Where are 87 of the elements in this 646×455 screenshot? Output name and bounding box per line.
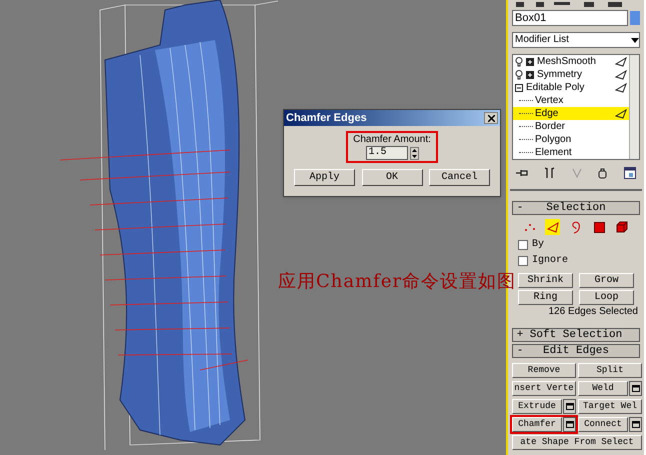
- edit-edges-button[interactable]: Extrude: [512, 399, 562, 414]
- dialog-button[interactable]: Apply: [294, 169, 355, 186]
- object-name-field[interactable]: Box01: [512, 10, 628, 26]
- sub-object-item[interactable]: Border: [513, 120, 629, 133]
- window-icon: [632, 421, 640, 428]
- stack-item[interactable]: MeshSmooth: [513, 55, 629, 68]
- sub-object-label: Border: [534, 120, 566, 133]
- close-icon: [488, 114, 494, 122]
- stack-item[interactable]: Editable Poly: [513, 81, 629, 94]
- sub-object-item[interactable]: Edge: [513, 107, 629, 120]
- object-color-swatch[interactable]: [630, 11, 640, 25]
- window-icon: [566, 403, 574, 410]
- dropdown-label: Modifier List: [515, 35, 570, 45]
- sub-object-level-button[interactable]: [545, 219, 560, 235]
- expand-icon[interactable]: [526, 70, 534, 78]
- triangle-icon: [615, 108, 627, 118]
- field-label: Chamfer Amount:: [353, 134, 431, 146]
- settings-button[interactable]: [563, 399, 576, 414]
- lightbulb-icon: [515, 56, 523, 66]
- sub-object-level-button[interactable]: [592, 219, 607, 235]
- dialog-button[interactable]: Cancel: [429, 169, 490, 186]
- checkbox[interactable]: [518, 240, 528, 250]
- modifier-list-dropdown[interactable]: Modifier List: [512, 32, 640, 48]
- vertex-icon: [524, 221, 536, 233]
- checkbox-label: By: [532, 240, 544, 250]
- expand-icon[interactable]: [526, 58, 534, 66]
- sub-object-label: Edge: [534, 107, 560, 120]
- settings-button[interactable]: [629, 381, 642, 396]
- sub-object-label: Polygon: [534, 133, 572, 146]
- stack-item-label: Editable Poly: [526, 81, 586, 94]
- dialog-button[interactable]: OK: [362, 169, 422, 186]
- sub-object-label: Vertex: [534, 94, 564, 107]
- stack-item[interactable]: Symmetry: [513, 68, 629, 81]
- trash-icon[interactable]: [598, 168, 608, 178]
- window-icon: [632, 385, 640, 392]
- selection-button[interactable]: Loop: [579, 290, 634, 305]
- selection-status: 126 Edges Selected: [547, 306, 639, 318]
- triangle-icon: [615, 82, 627, 92]
- configure-icon[interactable]: [624, 167, 636, 179]
- lightbulb-icon: [515, 70, 523, 80]
- settings-button[interactable]: [629, 417, 642, 432]
- sub-object-level-button[interactable]: [614, 219, 630, 235]
- collapse-icon[interactable]: [515, 84, 523, 92]
- selection-button[interactable]: Grow: [579, 273, 634, 288]
- rollout-title: Selection: [545, 202, 607, 214]
- window-icon: [566, 421, 574, 428]
- edit-edges-button[interactable]: nsert Verte: [512, 381, 576, 396]
- sub-object-item[interactable]: Vertex: [513, 94, 629, 107]
- checkbox-label: Ignore: [532, 256, 568, 266]
- dropdown-arrow-icon: [631, 38, 639, 42]
- amount-field[interactable]: 1.5: [366, 146, 408, 160]
- sub-object-label: Element: [534, 146, 573, 159]
- rollout-toggle: -: [513, 202, 527, 214]
- stack-item-label: MeshSmooth: [537, 55, 597, 68]
- edit-edges-button[interactable]: Split: [578, 363, 642, 378]
- rollout-toggle: -: [513, 346, 527, 356]
- spinner-icon[interactable]: [410, 146, 418, 160]
- edit-edges-button[interactable]: Target Wel: [578, 399, 642, 414]
- rollout-title: Soft Selection: [528, 330, 624, 340]
- edit-edges-button[interactable]: Remove: [512, 363, 576, 378]
- rollout-header[interactable]: - Edit Edges: [512, 344, 640, 358]
- cube-icon: [616, 221, 628, 233]
- rollout-title: Edit Edges: [542, 346, 610, 356]
- close-button[interactable]: [484, 112, 498, 124]
- rollout-toggle: +: [513, 330, 527, 340]
- rollout-header[interactable]: - Selection: [512, 201, 640, 215]
- stack-item-label: Symmetry: [537, 68, 583, 81]
- checkbox[interactable]: [518, 256, 528, 266]
- fork-icon[interactable]: [544, 167, 555, 179]
- edit-edges-button[interactable]: Connect: [578, 417, 628, 432]
- triangle-icon: [615, 70, 627, 80]
- edit-edges-button[interactable]: ate Shape From Select: [512, 435, 642, 450]
- edit-edges-button[interactable]: Weld: [578, 381, 628, 396]
- triangle-icon: [615, 56, 627, 66]
- scrollbar[interactable]: [629, 55, 639, 159]
- sub-object-item[interactable]: Element: [513, 146, 629, 159]
- rollout-header[interactable]: + Soft Selection: [512, 328, 640, 342]
- dialog-title: Chamfer Edges: [286, 112, 368, 124]
- selection-button[interactable]: Shrink: [518, 273, 573, 288]
- triangle-icon: [546, 221, 559, 233]
- pin-icon[interactable]: [516, 168, 528, 178]
- selection-button[interactable]: Ring: [518, 290, 573, 305]
- sub-object-item[interactable]: Polygon: [513, 133, 629, 146]
- square-icon: [594, 222, 605, 232]
- edit-edges-button[interactable]: Chamfer: [512, 417, 562, 432]
- ear-icon: [571, 220, 581, 234]
- settings-button[interactable]: [563, 417, 576, 432]
